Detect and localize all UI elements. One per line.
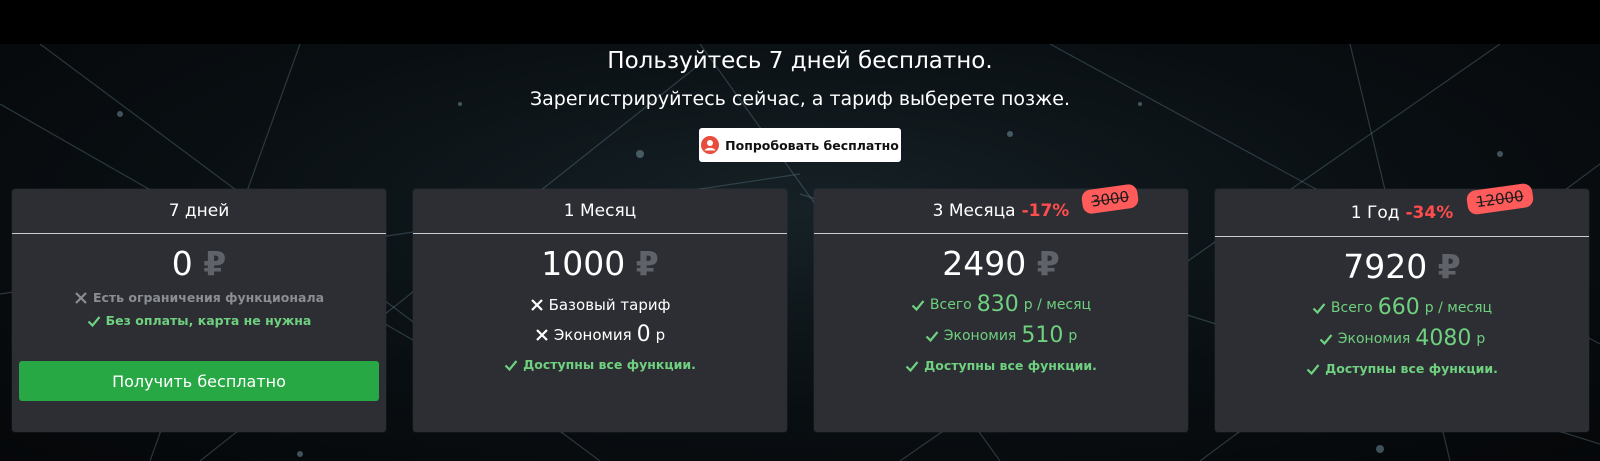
- ruble-sign: ₽: [1036, 244, 1060, 283]
- feature-item: Базовый тариф: [413, 296, 787, 314]
- cross-icon: [75, 291, 87, 304]
- plan-price: 0 ₽: [171, 244, 227, 283]
- plan-card-1-month: 1 Месяц 1000 ₽ Базовый тариф Экономия 0 …: [413, 189, 787, 432]
- check-icon: [911, 299, 925, 311]
- plan-card-3-months: 3 Месяца -17% 3000 2490 ₽ Всего 830 р / …: [814, 183, 1188, 432]
- top-bar: [0, 0, 1600, 44]
- ruble-sign: ₽: [203, 244, 227, 283]
- hero-subheading: Зарегистрируйтесь сейчас, а тариф выбере…: [529, 88, 1071, 110]
- check-icon: [905, 360, 919, 372]
- feature-item: Экономия 4080 р: [1215, 326, 1589, 351]
- check-icon: [1312, 302, 1326, 314]
- plan-price: 7920 ₽: [1343, 247, 1461, 286]
- feature-item: Доступны все функции.: [814, 358, 1188, 373]
- feature-item: Есть ограничения функционала: [12, 290, 386, 305]
- discount-badge: -34%: [1405, 202, 1454, 223]
- hero-heading: Пользуйтесь 7 дней бесплатно.: [607, 48, 993, 74]
- try-free-button[interactable]: Попробовать бесплатно: [699, 128, 901, 162]
- discount-badge: -17%: [1021, 201, 1070, 221]
- feature-item: Экономия 510 р: [814, 323, 1188, 348]
- check-icon: [1319, 333, 1333, 345]
- plan-price: 2490 ₽: [942, 244, 1060, 283]
- check-icon: [504, 359, 518, 371]
- check-icon: [925, 330, 939, 342]
- plan-title: 3 Месяца -17% 3000: [814, 183, 1188, 234]
- ruble-sign: ₽: [1437, 247, 1461, 286]
- feature-item: Доступны все функции.: [413, 357, 787, 372]
- user-icon: [701, 136, 720, 154]
- plan-price: 1000 ₽: [541, 244, 659, 283]
- plan-title: 1 Год -34% 12000: [1215, 182, 1589, 237]
- feature-item: Экономия 0 р: [413, 322, 787, 347]
- feature-item: Всего 660 р / месяц: [1215, 295, 1589, 320]
- try-free-label: Попробовать бесплатно: [725, 137, 899, 153]
- feature-item: Доступны все функции.: [1215, 361, 1589, 376]
- plan-title: 7 дней: [12, 189, 386, 234]
- plan-card-7-days: 7 дней 0 ₽ Есть ограничения функционала …: [12, 189, 386, 432]
- plan-title: 1 Месяц: [413, 189, 787, 234]
- check-icon: [1306, 363, 1320, 375]
- plan-card-1-year: 1 Год -34% 12000 7920 ₽ Всего 660 р / ме…: [1215, 182, 1589, 432]
- get-free-button[interactable]: Получить бесплатно: [19, 361, 379, 401]
- cross-icon: [530, 299, 543, 311]
- cross-icon: [536, 328, 548, 341]
- check-icon: [87, 315, 100, 327]
- feature-item: Без оплаты, карта не нужна: [12, 313, 386, 328]
- ruble-sign: ₽: [635, 244, 659, 283]
- feature-item: Всего 830 р / месяц: [814, 292, 1188, 317]
